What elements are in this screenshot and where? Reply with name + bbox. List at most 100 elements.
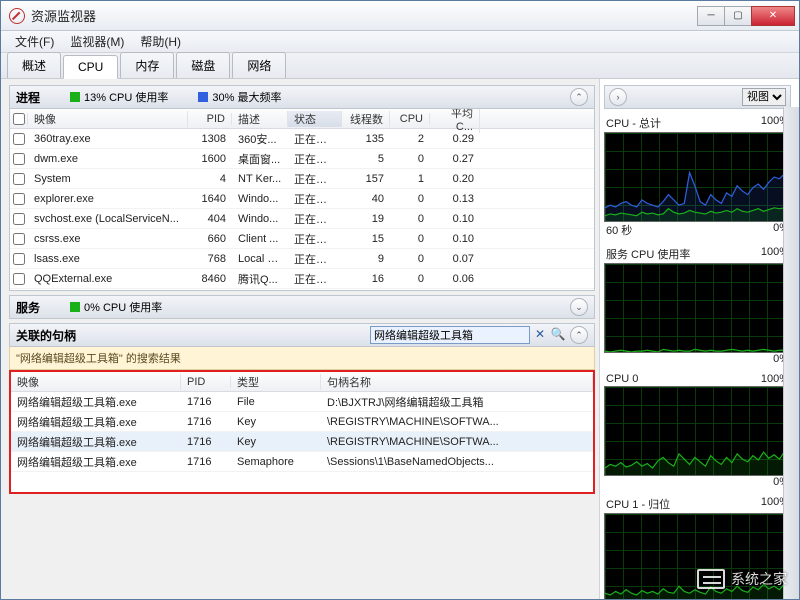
cell-status: 正在运行 bbox=[288, 191, 342, 207]
hcol-pid[interactable]: PID bbox=[181, 376, 231, 388]
cell-pid: 1716 bbox=[181, 416, 231, 428]
row-checkbox[interactable] bbox=[13, 233, 25, 245]
cell-type: Key bbox=[231, 416, 321, 428]
row-checkbox[interactable] bbox=[13, 253, 25, 265]
row-checkbox[interactable] bbox=[13, 173, 25, 185]
cell-status: 正在运行 bbox=[288, 171, 342, 187]
tab-disk[interactable]: 磁盘 bbox=[176, 52, 230, 78]
collapse-handles-icon[interactable]: ⌃ bbox=[570, 326, 588, 344]
table-row[interactable]: csrss.exe 660 Client ... 正在运行 15 0 0.10 bbox=[10, 229, 594, 249]
table-row[interactable]: explorer.exe 1640 Windo... 正在运行 40 0 0.1… bbox=[10, 189, 594, 209]
cell-status: 正在运行 bbox=[288, 231, 342, 247]
watermark: 系统之家 bbox=[697, 569, 787, 589]
cell-image: 网络编辑超级工具箱.exe bbox=[11, 414, 181, 430]
cell-desc: Local S... bbox=[232, 253, 288, 265]
cell-pid: 1716 bbox=[181, 436, 231, 448]
chart-canvas bbox=[604, 386, 791, 476]
menu-help[interactable]: 帮助(H) bbox=[132, 33, 189, 50]
tab-cpu[interactable]: CPU bbox=[63, 55, 118, 79]
hcol-image[interactable]: 映像 bbox=[11, 374, 181, 390]
titlebar[interactable]: 资源监视器 ─ ▢ ✕ bbox=[1, 1, 799, 31]
cell-cpu: 0 bbox=[390, 233, 430, 245]
cell-name: D:\BJXTRJ\网络编辑超级工具箱 bbox=[321, 394, 593, 410]
table-row[interactable]: lsass.exe 768 Local S... 正在运行 9 0 0.07 bbox=[10, 249, 594, 269]
tab-memory[interactable]: 内存 bbox=[120, 52, 174, 78]
table-row[interactable]: 网络编辑超级工具箱.exe 1716 Key \REGISTRY\MACHINE… bbox=[11, 412, 593, 432]
max-freq-text: 30% 最大频率 bbox=[212, 89, 281, 105]
processes-header[interactable]: 进程 13% CPU 使用率 30% 最大频率 ⌃ bbox=[9, 85, 595, 109]
row-checkbox[interactable] bbox=[13, 153, 25, 165]
cell-avg: 0.27 bbox=[430, 153, 480, 165]
cell-pid: 404 bbox=[188, 213, 232, 225]
table-row[interactable]: System 4 NT Ker... 正在运行 157 1 0.20 bbox=[10, 169, 594, 189]
tab-bar: 概述 CPU 内存 磁盘 网络 bbox=[1, 53, 799, 79]
charts-scrollbar[interactable] bbox=[783, 107, 799, 599]
cell-pid: 1600 bbox=[188, 153, 232, 165]
collapse-charts-icon[interactable]: › bbox=[609, 88, 627, 106]
col-avg[interactable]: 平均 C... bbox=[430, 109, 480, 133]
cell-image: 网络编辑超级工具箱.exe bbox=[11, 454, 181, 470]
table-row[interactable]: 网络编辑超级工具箱.exe 1716 Semaphore \Sessions\1… bbox=[11, 452, 593, 472]
cell-avg: 0.10 bbox=[430, 213, 480, 225]
cpu-usage-text: 13% CPU 使用率 bbox=[84, 89, 168, 105]
cell-threads: 9 bbox=[342, 253, 390, 265]
table-row[interactable]: QQExternal.exe 8460 腾讯Q... 正在运行 16 0 0.0… bbox=[10, 269, 594, 289]
cell-desc: 360安... bbox=[232, 131, 288, 147]
search-icon[interactable]: 🔍 bbox=[550, 327, 566, 343]
cell-status: 正在运行 bbox=[288, 271, 342, 287]
row-checkbox[interactable] bbox=[13, 273, 25, 285]
cell-image: explorer.exe bbox=[28, 193, 188, 205]
cell-image: System bbox=[28, 173, 188, 185]
hcol-type[interactable]: 类型 bbox=[231, 374, 321, 390]
table-row[interactable]: 网络编辑超级工具箱.exe 1716 Key \REGISTRY\MACHINE… bbox=[11, 432, 593, 452]
close-button[interactable]: ✕ bbox=[751, 6, 795, 26]
cell-threads: 5 bbox=[342, 153, 390, 165]
cell-desc: NT Ker... bbox=[232, 173, 288, 185]
legend-green-icon bbox=[70, 302, 80, 312]
table-row[interactable]: svchost.exe (LocalServiceN... 404 Windo.… bbox=[10, 209, 594, 229]
col-cpu[interactable]: CPU bbox=[390, 113, 430, 125]
handles-search-input[interactable] bbox=[370, 326, 530, 344]
cell-cpu: 0 bbox=[390, 273, 430, 285]
hcol-name[interactable]: 句柄名称 bbox=[321, 374, 593, 390]
maximize-button[interactable]: ▢ bbox=[724, 6, 752, 26]
services-header[interactable]: 服务 0% CPU 使用率 ⌄ bbox=[9, 295, 595, 319]
table-row[interactable]: 网络编辑超级工具箱.exe 1716 File D:\BJXTRJ\网络编辑超级… bbox=[11, 392, 593, 412]
col-threads[interactable]: 线程数 bbox=[342, 111, 390, 127]
row-checkbox[interactable] bbox=[13, 193, 25, 205]
services-cpu-text: 0% CPU 使用率 bbox=[84, 299, 162, 315]
cell-name: \REGISTRY\MACHINE\SOFTWA... bbox=[321, 436, 593, 448]
row-checkbox[interactable] bbox=[13, 213, 25, 225]
chart-canvas bbox=[604, 263, 791, 353]
expand-services-icon[interactable]: ⌄ bbox=[570, 298, 588, 316]
cell-image: QQExternal.exe bbox=[28, 273, 188, 285]
col-status[interactable]: 状态 bbox=[288, 111, 342, 127]
chart-canvas bbox=[604, 132, 791, 222]
tab-overview[interactable]: 概述 bbox=[7, 52, 61, 78]
cell-image: 网络编辑超级工具箱.exe bbox=[11, 434, 181, 450]
minimize-button[interactable]: ─ bbox=[697, 6, 725, 26]
col-desc[interactable]: 描述 bbox=[232, 111, 288, 127]
chart-title: CPU - 总计 bbox=[606, 115, 661, 131]
menu-monitor[interactable]: 监视器(M) bbox=[62, 33, 132, 50]
col-pid[interactable]: PID bbox=[188, 113, 232, 125]
table-row[interactable]: 360tray.exe 1308 360安... 正在运行 135 2 0.29 bbox=[10, 129, 594, 149]
cell-pid: 1716 bbox=[181, 456, 231, 468]
search-results-banner: "网络编辑超级工具箱" 的搜索结果 bbox=[9, 347, 595, 370]
handles-header: 关联的句柄 ✕ 🔍 ⌃ bbox=[9, 323, 595, 347]
chart-block: 服务 CPU 使用率100% 0% bbox=[604, 246, 791, 365]
view-select[interactable]: 视图 bbox=[742, 88, 786, 106]
collapse-processes-icon[interactable]: ⌃ bbox=[570, 88, 588, 106]
services-label: 服务 bbox=[16, 299, 40, 316]
col-image[interactable]: 映像 bbox=[28, 111, 188, 127]
chart-title: CPU 0 bbox=[606, 373, 638, 385]
cell-cpu: 0 bbox=[390, 253, 430, 265]
table-row[interactable]: dwm.exe 1600 桌面窗... 正在运行 5 0 0.27 bbox=[10, 149, 594, 169]
clear-search-icon[interactable]: ✕ bbox=[532, 327, 548, 343]
row-checkbox[interactable] bbox=[13, 133, 25, 145]
tab-network[interactable]: 网络 bbox=[232, 52, 286, 78]
select-all-checkbox[interactable] bbox=[13, 113, 25, 125]
cell-avg: 0.06 bbox=[430, 273, 480, 285]
menu-file[interactable]: 文件(F) bbox=[7, 33, 62, 50]
charts-toolbar: › 视图 bbox=[604, 85, 791, 109]
